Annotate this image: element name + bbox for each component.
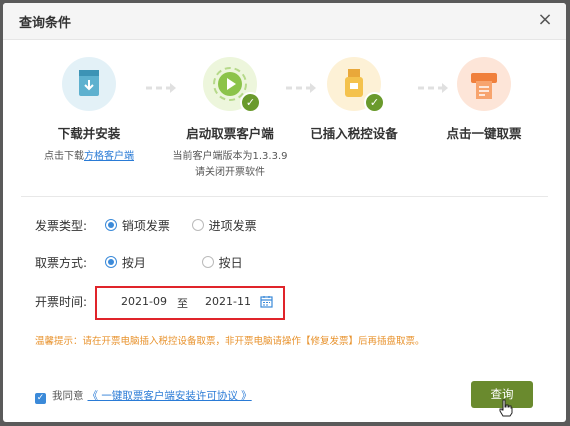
radio-unselected-icon (201, 256, 214, 268)
query-conditions-dialog: 查询条件 × 下载并安装 点击下载方格客户端 ✓ 启动取票客户端 当前客户端版本… (3, 3, 566, 422)
calendar-icon[interactable] (260, 295, 273, 308)
step-title: 下载并安装 (57, 126, 121, 141)
radio-input-invoice[interactable]: 进项发票 (191, 217, 257, 234)
step-sub-prefix: 点击下载 (44, 151, 84, 162)
step-subtitle: 当前客户端版本为1.3.3.9 请关闭开票软件 (160, 149, 300, 181)
step-title: 点击一键取票 (446, 126, 522, 141)
close-button[interactable]: × (536, 11, 554, 29)
radio-selected-icon (104, 219, 117, 231)
client-version-text: 当前客户端版本为1.3.3.9 (172, 151, 288, 162)
close-software-hint: 请关闭开票软件 (195, 167, 265, 178)
invoice-type-label: 发票类型: (35, 219, 88, 233)
invoice-type-row: 发票类型: 销项发票 进项发票 (35, 217, 275, 234)
agree-text: 我同意 (52, 390, 84, 402)
end-date[interactable]: 2021-11 (205, 295, 251, 308)
dialog-header: 查询条件 × (3, 3, 566, 40)
radio-by-month[interactable]: 按月 (104, 254, 146, 271)
date-row-label-wrap: 开票时间: (35, 293, 101, 310)
step-one-click-fetch: 点击一键取票 (414, 51, 554, 142)
agreement-row: ✓ 我同意《 一键取票客户端安装许可协议 》 (35, 388, 252, 404)
fetch-mode-row: 取票方式: 按月 按日 (35, 254, 261, 271)
step-launch-client: ✓ 启动取票客户端 当前客户端版本为1.3.3.9 请关闭开票软件 (160, 51, 300, 181)
date-separator: 至 (177, 297, 188, 310)
step-insert-device: ✓ 已插入税控设备 (284, 51, 424, 142)
step-title: 已插入税控设备 (310, 126, 398, 141)
date-range-picker[interactable]: 2021-09 至 2021-11 (95, 286, 285, 320)
radio-unselected-icon (191, 219, 204, 231)
start-date[interactable]: 2021-09 (121, 295, 167, 308)
step-download: 下载并安装 点击下载方格客户端 (19, 51, 159, 165)
step-subtitle: 点击下载方格客户端 (19, 149, 159, 165)
radio-by-day[interactable]: 按日 (201, 254, 243, 271)
usb-key-icon: ✓ (327, 57, 385, 113)
license-agreement-link[interactable]: 《 一键取票客户端安装许可协议 》 (88, 390, 252, 402)
radio-output-invoice[interactable]: 销项发票 (104, 217, 170, 234)
divider (21, 196, 548, 197)
check-icon: ✓ (364, 92, 385, 113)
printer-ticket-icon (457, 57, 511, 111)
play-client-icon: ✓ (203, 57, 261, 113)
download-client-link[interactable]: 方格客户端 (84, 151, 134, 162)
download-box-icon (62, 57, 116, 111)
date-label: 开票时间: (35, 295, 88, 309)
steps-row: 下载并安装 点击下载方格客户端 ✓ 启动取票客户端 当前客户端版本为1.3.3.… (3, 51, 566, 191)
radio-label: 按月 (121, 256, 146, 270)
warm-tip: 温馨提示：请在开票电脑插入税控设备取票，非开票电脑请操作【修复发票】后再插盘取票… (35, 336, 425, 347)
check-icon: ✓ (240, 92, 261, 113)
agree-checkbox[interactable]: ✓ (35, 393, 46, 404)
fetch-mode-label: 取票方式: (35, 256, 88, 270)
hand-cursor-icon (499, 399, 513, 417)
radio-selected-icon (104, 256, 117, 268)
radio-label: 进项发票 (208, 219, 257, 233)
step-title: 启动取票客户端 (186, 126, 274, 141)
radio-label: 销项发票 (121, 219, 170, 233)
radio-label: 按日 (218, 256, 243, 270)
dialog-title: 查询条件 (19, 16, 72, 31)
